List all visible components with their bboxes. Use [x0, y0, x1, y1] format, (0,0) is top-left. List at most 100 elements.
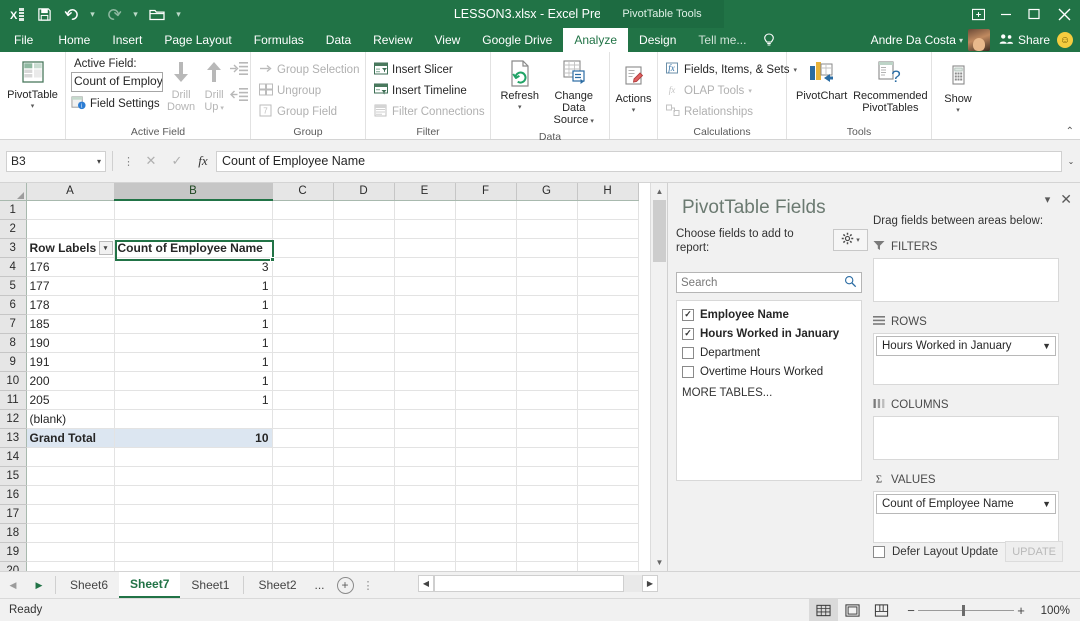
sheet-tab-sheet6[interactable]: Sheet6 [59, 572, 119, 598]
tab-page-layout[interactable]: Page Layout [153, 28, 242, 52]
filters-drop-area[interactable] [873, 258, 1059, 302]
cell-g10[interactable] [516, 371, 578, 391]
cell-g20[interactable] [516, 561, 578, 571]
account-caret-icon[interactable]: ▾ [959, 36, 968, 45]
ribbon-display-options-icon[interactable] [964, 0, 992, 28]
cell-b4[interactable]: 3 [114, 257, 273, 277]
cell-h11[interactable] [577, 390, 639, 410]
new-sheet-button[interactable]: + [336, 576, 354, 594]
cell-a9[interactable]: 191 [26, 352, 115, 372]
user-name[interactable]: Andre Da Costa [871, 33, 959, 47]
drill-down-button[interactable]: Drill Down [163, 55, 199, 115]
change-data-source-caret-icon[interactable]: ▾ [588, 118, 594, 125]
cell-h6[interactable] [577, 295, 639, 315]
row-header[interactable]: 1 [0, 200, 27, 220]
row-header[interactable]: 6 [0, 295, 27, 315]
cell-g1[interactable] [516, 200, 578, 220]
field-list-options-button[interactable]: ▾ [833, 229, 868, 251]
values-field-caret-icon[interactable]: ▼ [1042, 499, 1051, 509]
show-caret-icon[interactable]: ▾ [956, 105, 960, 117]
name-box[interactable]: B3 ▾ [6, 150, 106, 172]
row-header[interactable]: 7 [0, 314, 27, 334]
normal-view-icon[interactable] [809, 599, 838, 621]
cell-d16[interactable] [333, 485, 395, 505]
more-tables-link[interactable]: MORE TABLES... [679, 387, 859, 399]
actions-caret-icon[interactable]: ▾ [632, 105, 636, 117]
cell-f9[interactable] [455, 352, 517, 372]
cell-c7[interactable] [272, 314, 334, 334]
avatar[interactable] [967, 29, 990, 51]
cell-f2[interactable] [455, 219, 517, 239]
cell-f20[interactable] [455, 561, 517, 571]
cell-g11[interactable] [516, 390, 578, 410]
page-break-preview-icon[interactable] [867, 599, 896, 621]
horizontal-scroll-track[interactable] [624, 575, 642, 592]
insert-slicer-button[interactable]: Insert Slicer [371, 59, 456, 80]
cell-h17[interactable] [577, 504, 639, 524]
cell-a3-row-labels[interactable]: Row Labels ▾ [26, 238, 115, 258]
cell-e7[interactable] [394, 314, 456, 334]
cell-d6[interactable] [333, 295, 395, 315]
cell-f8[interactable] [455, 333, 517, 353]
row-header[interactable]: 12 [0, 409, 27, 429]
cell-e16[interactable] [394, 485, 456, 505]
cell-h4[interactable] [577, 257, 639, 277]
tab-insert[interactable]: Insert [101, 28, 153, 52]
cell-h7[interactable] [577, 314, 639, 334]
collapse-ribbon-icon[interactable]: ⌃ [1066, 126, 1074, 137]
zoom-slider[interactable]: − + [896, 603, 1036, 618]
cell-d2[interactable] [333, 219, 395, 239]
show-button[interactable]: Show ▾ [937, 59, 979, 119]
cell-g6[interactable] [516, 295, 578, 315]
cell-a6[interactable]: 178 [26, 295, 115, 315]
cell-f18[interactable] [455, 523, 517, 543]
cell-g16[interactable] [516, 485, 578, 505]
cell-f16[interactable] [455, 485, 517, 505]
field-search-box[interactable]: Search [676, 272, 862, 293]
open-folder-icon[interactable] [145, 3, 169, 25]
cell-c3[interactable] [272, 238, 334, 258]
cell-b3-count-header[interactable]: Count of Employee Name [114, 238, 273, 258]
cell-g4[interactable] [516, 257, 578, 277]
tab-view[interactable]: View [424, 28, 472, 52]
cell-b13-grand-total-value[interactable]: 10 [114, 428, 273, 448]
cell-d10[interactable] [333, 371, 395, 391]
undo-icon[interactable] [59, 3, 83, 25]
cell-g7[interactable] [516, 314, 578, 334]
collapse-field-button[interactable] [229, 80, 249, 101]
sheet-tab-sheet2[interactable]: Sheet2 [247, 572, 307, 598]
row-header[interactable]: 14 [0, 447, 27, 467]
cell-g13[interactable] [516, 428, 578, 448]
cell-b19[interactable] [114, 542, 273, 562]
cell-f11[interactable] [455, 390, 517, 410]
cell-a14[interactable] [26, 447, 115, 467]
cell-g5[interactable] [516, 276, 578, 296]
save-icon[interactable] [32, 3, 56, 25]
fields-items-sets-button[interactable]: fx Fields, Items, & Sets ▾ [663, 59, 800, 80]
cell-a20[interactable] [26, 561, 115, 571]
cell-f4[interactable] [455, 257, 517, 277]
cell-g17[interactable] [516, 504, 578, 524]
cell-d17[interactable] [333, 504, 395, 524]
drill-up-button[interactable]: Drill Up ▾ [199, 55, 229, 117]
cell-c17[interactable] [272, 504, 334, 524]
cell-e17[interactable] [394, 504, 456, 524]
cell-h5[interactable] [577, 276, 639, 296]
column-header-b[interactable]: B [114, 183, 273, 201]
zoom-in-button[interactable]: + [1014, 603, 1028, 618]
cell-a13-grand-total[interactable]: Grand Total [26, 428, 115, 448]
field-checkbox[interactable] [682, 365, 694, 378]
cell-h1[interactable] [577, 200, 639, 220]
tab-review[interactable]: Review [362, 28, 423, 52]
customize-qat-icon[interactable]: ▾ [172, 3, 185, 25]
cell-b16[interactable] [114, 485, 273, 505]
cell-g9[interactable] [516, 352, 578, 372]
formula-input[interactable]: Count of Employee Name [216, 150, 1062, 172]
cell-a12[interactable]: (blank) [26, 409, 115, 429]
cell-b12[interactable] [114, 409, 273, 429]
cell-b9[interactable]: 1 [114, 352, 273, 372]
refresh-button[interactable]: Refresh ▾ [496, 56, 543, 116]
columns-drop-area[interactable] [873, 416, 1059, 460]
cell-d7[interactable] [333, 314, 395, 334]
tab-data[interactable]: Data [315, 28, 362, 52]
